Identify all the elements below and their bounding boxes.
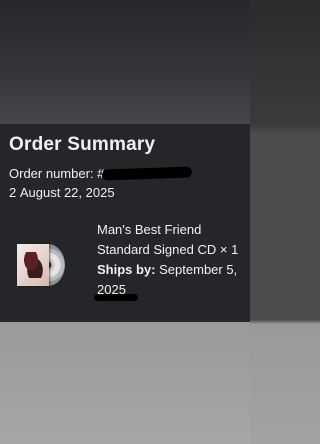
order-number-suffix: 2 <box>9 185 17 200</box>
order-date: August 22, 2025 <box>19 185 115 200</box>
order-number-line: Order number: # 2 August 22, 2025 <box>9 164 245 202</box>
order-number-label: Order number: # <box>9 166 105 181</box>
product-details: Man's Best Friend Standard Signed CD × 1… <box>97 220 247 300</box>
order-summary-card: Order Summary Order number: # 2 August 22… <box>0 124 250 322</box>
product-quantity: × 1 <box>219 242 239 257</box>
ships-by-label: Ships by: <box>97 262 156 277</box>
product-variant-line: Standard Signed CD × 1 <box>97 240 247 260</box>
background-bottom <box>0 322 250 444</box>
order-summary-title: Order Summary <box>9 134 156 155</box>
product-variant: Standard Signed CD <box>97 242 217 257</box>
cd-album-icon[interactable] <box>17 244 65 286</box>
background-top <box>0 0 250 124</box>
album-cover-image <box>17 244 49 286</box>
redacted-order-number <box>102 166 193 181</box>
redacted-price <box>94 294 138 301</box>
product-name[interactable]: Man's Best Friend <box>97 220 247 240</box>
album-cover-figure <box>23 252 43 278</box>
